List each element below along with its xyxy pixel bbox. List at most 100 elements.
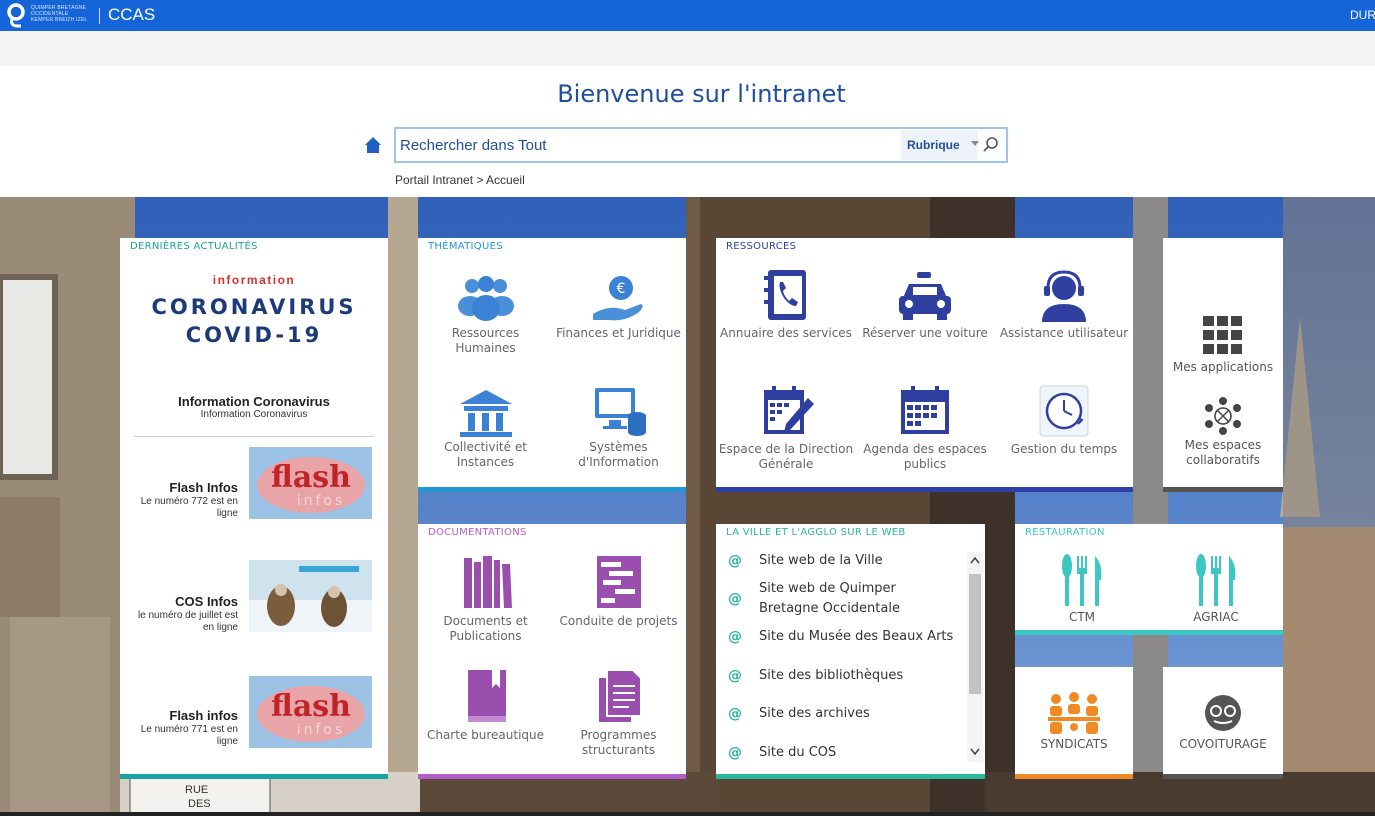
syndicats-link[interactable]: SYNDICATS <box>1015 691 1133 752</box>
user-menu[interactable]: DUR <box>1350 8 1375 22</box>
ressource-item-label: Réserver une voiture <box>862 326 988 340</box>
apps-item-label: Mes espaces collaboratifs <box>1184 438 1262 467</box>
ressource-item-agenda[interactable]: Agenda des espaces publics <box>857 384 993 472</box>
cutlery-icon <box>1062 554 1102 606</box>
ressource-item-annuaire[interactable]: Annuaire des services <box>718 268 854 341</box>
ressource-item-voiture[interactable]: Réserver une voiture <box>857 268 993 341</box>
covid-banner-line1: CORONAVIRUS <box>151 295 357 319</box>
meeting-icon <box>1048 692 1100 734</box>
news-panel-accent-bar <box>120 774 388 779</box>
mes-applications-link[interactable]: Mes applications <box>1163 314 1283 375</box>
breadcrumb[interactable]: Portail Intranet > Accueil <box>395 173 525 187</box>
page-title: Bienvenue sur l'intranet <box>557 80 846 108</box>
scrollbar[interactable] <box>967 552 983 762</box>
web-link-musee[interactable]: @ Site du Musée des Beaux Arts <box>728 627 968 647</box>
scroll-up-icon[interactable] <box>970 556 980 564</box>
ressource-item-label: Assistance utilisateur <box>999 326 1129 340</box>
theme-item-systemes[interactable]: Systèmes d'Information <box>556 386 681 470</box>
syndicats-label: SYNDICATS <box>1040 737 1108 751</box>
theme-item-ressources-humaines[interactable]: Ressources Humaines <box>423 274 548 356</box>
web-link-cos[interactable]: @ Site du COS <box>728 743 968 763</box>
ressources-accent-bar <box>716 487 1133 492</box>
clock-icon <box>1039 385 1089 437</box>
restauration-accent-bar <box>1015 630 1283 635</box>
news-feature-title[interactable]: Information Coronavirus <box>120 394 388 409</box>
at-icon: @ <box>728 745 742 761</box>
doc-item-label: Charte bureautique <box>426 728 545 742</box>
thematiques-panel: THÉMATIQUES Ressources Humaines € Financ… <box>418 238 686 492</box>
restauration-label: CTM <box>1068 610 1096 624</box>
restauration-panel-title: RESTAURATION <box>1025 527 1105 538</box>
news-item[interactable]: Flash infos Le numéro 771 est en ligne f… <box>120 672 388 752</box>
calendar-icon <box>901 386 949 434</box>
covid-banner[interactable]: information CORONAVIRUS COVID-19 <box>120 268 388 358</box>
restauration-panel: RESTAURATION CTM AGRIAC <box>1015 524 1283 635</box>
at-icon: @ <box>728 706 742 722</box>
app-name[interactable]: CCAS <box>108 5 155 25</box>
gantt-icon <box>596 556 641 608</box>
ressource-item-label: Agenda des espaces publics <box>863 442 987 471</box>
documents-icon <box>598 669 642 722</box>
web-link-bibliotheques[interactable]: @ Site des bibliothèques <box>728 666 968 686</box>
street-sign-line-2: DES <box>188 798 211 810</box>
ressource-item-direction[interactable]: Espace de la Direction Générale <box>718 384 854 472</box>
calendar-pen-icon <box>764 386 814 434</box>
news-item-subtitle: le numéro de juillet est en ligne <box>137 610 238 633</box>
mes-espaces-link[interactable]: Mes espaces collaboratifs <box>1163 396 1283 468</box>
news-item-title: COS Infos <box>175 594 238 609</box>
covoiturage-link[interactable]: COVOITURAGE <box>1163 693 1283 752</box>
ressources-panel-title: RESSOURCES <box>726 241 797 252</box>
top-bar: QUIMPER BRETAGNE OCCIDENTALE KEMPER BREI… <box>0 0 1375 31</box>
network-icon <box>1205 397 1241 435</box>
flash-infos-thumbnail: flash infos <box>249 676 372 748</box>
ressource-item-temps[interactable]: Gestion du temps <box>996 384 1132 457</box>
scrollbar-thumb[interactable] <box>969 574 981 694</box>
computer-icon <box>594 388 646 436</box>
doc-item-charte[interactable]: Charte bureautique <box>423 666 548 743</box>
apps-accent-bar <box>1163 487 1283 492</box>
cos-infos-thumbnail <box>249 560 372 632</box>
logo-text: QUIMPER BRETAGNE OCCIDENTALE KEMPER BREI… <box>31 5 88 23</box>
web-links-panel-title: LA VILLE ET L'AGGLO SUR LE WEB <box>726 527 906 538</box>
theme-item-label: Ressources Humaines <box>451 326 520 355</box>
web-links-accent-bar <box>716 774 985 779</box>
svg-text:€: € <box>616 281 625 297</box>
doc-item-projets[interactable]: Conduite de projets <box>556 552 681 629</box>
news-item[interactable]: Flash Infos Le numéro 772 est en ligne f… <box>120 444 388 524</box>
ressource-item-assistance[interactable]: Assistance utilisateur <box>996 268 1132 341</box>
covoiturage-panel[interactable]: COVOITURAGE <box>1163 667 1283 779</box>
syndicats-panel[interactable]: SYNDICATS <box>1015 667 1133 779</box>
apps-item-label: Mes applications <box>1172 360 1274 374</box>
web-link-archives[interactable]: @ Site des archives <box>728 704 968 724</box>
news-panel: DERNIÈRES ACTUALITÉS information CORONAV… <box>120 238 388 779</box>
search-icon[interactable] <box>981 135 1001 155</box>
search-scope-select[interactable]: Rubrique <box>901 130 979 160</box>
theme-item-finances[interactable]: € Finances et Juridique <box>556 274 681 341</box>
restauration-ctm[interactable]: CTM <box>1015 554 1149 625</box>
svg-text:flash: flash <box>271 689 351 724</box>
covid-banner-top: information <box>212 273 296 287</box>
scroll-down-icon[interactable] <box>970 748 980 756</box>
search-input[interactable] <box>400 133 900 157</box>
web-link-ville[interactable]: @ Site web de la Ville <box>728 551 968 571</box>
news-item-title: Flash Infos <box>169 480 238 495</box>
restauration-agriac[interactable]: AGRIAC <box>1149 554 1283 625</box>
home-icon[interactable] <box>364 136 382 154</box>
news-item[interactable]: COS Infos le numéro de juillet est en li… <box>120 558 388 638</box>
theme-item-label: Systèmes d'Information <box>578 440 659 469</box>
news-divider <box>134 436 374 437</box>
syndicats-accent-bar <box>1015 774 1133 779</box>
svg-text:infos: infos <box>297 493 346 509</box>
doc-item-programmes[interactable]: Programmes structurants <box>556 666 681 758</box>
at-icon: @ <box>728 629 742 645</box>
bottom-strip <box>0 812 1375 816</box>
headset-icon <box>1042 270 1086 322</box>
doc-item-publications[interactable]: Documents et Publications <box>423 552 548 644</box>
theme-item-label: Collectivité et Instances <box>444 440 527 469</box>
web-links-panel: LA VILLE ET L'AGGLO SUR LE WEB @ Site web… <box>716 524 985 779</box>
news-item-subtitle: Le numéro 772 est en ligne <box>140 496 238 519</box>
web-link-qbo[interactable]: @ Site web de Quimper Bretagne Occidental… <box>728 579 968 619</box>
ressource-item-label: Espace de la Direction Générale <box>718 442 854 471</box>
quimper-logo-icon[interactable] <box>6 2 26 28</box>
theme-item-collectivite[interactable]: Collectivité et Instances <box>423 386 548 470</box>
